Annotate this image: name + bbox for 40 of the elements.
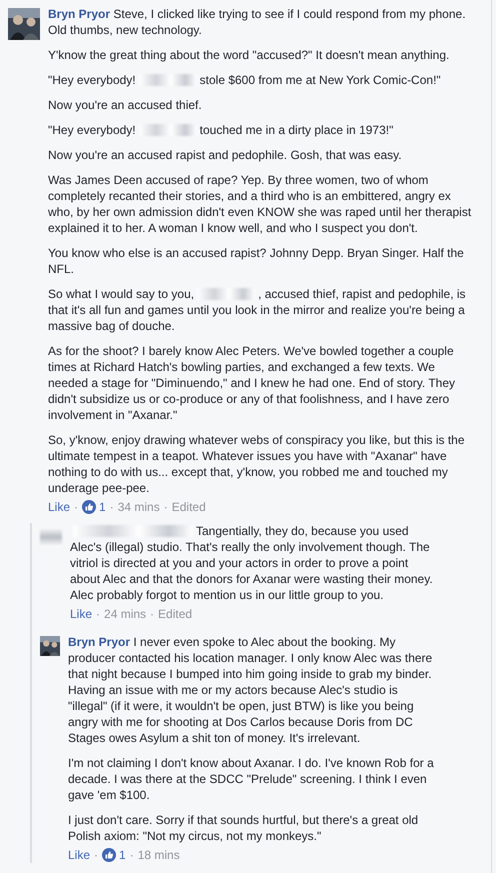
thumbs-up-icon bbox=[82, 500, 96, 514]
author-link[interactable]: Bryn Pryor bbox=[48, 7, 110, 21]
like-link[interactable]: Like bbox=[68, 847, 90, 863]
separator: · bbox=[74, 499, 78, 515]
comment-text: "Hey everybody! stole $600 from me at New York Comic-Con!" bbox=[48, 72, 442, 88]
comment-text: "Hey everybody! touched me in a dirty place in 1973!" bbox=[48, 122, 394, 138]
comment-text: So what I would say to you, , accused thief, rapist and pedophile, is that it's all fun and games until you look in the mirror and realize you're being a massive bag of douche. bbox=[48, 286, 467, 334]
redaction-blur bbox=[197, 288, 256, 300]
timestamp: Edited bbox=[158, 606, 192, 622]
reaction-count: 1 bbox=[99, 499, 106, 515]
separator: · bbox=[150, 606, 154, 622]
separator: · bbox=[94, 847, 98, 863]
comment-text: Y'know the great thing about the word "accused?" It doesn't mean anything. bbox=[48, 47, 450, 63]
redaction-blur bbox=[40, 527, 62, 547]
separator: · bbox=[164, 499, 168, 515]
timestamp: 18 mins bbox=[138, 847, 180, 863]
comment-text: Now you're an accused thief. bbox=[48, 97, 203, 113]
author-link[interactable]: Bryn Pryor bbox=[68, 635, 130, 649]
comment-text: I'm not claiming I don't know about Axanar. I do. I've known Rob for a decade. I was there at the SDCC "Prelude" screening. I think I even gave 'em $100. bbox=[68, 755, 435, 803]
comment-text: Tangentially, they do, because you used Alec's (illegal) studio. That's really the only involvement though. The vitriol is directed at you and your actors in order to prove a point about Alec and that the donors for Axanar were wasting their money. Alec probably forgot to mention us in our little group to you. bbox=[70, 523, 434, 603]
like-link[interactable]: Like bbox=[48, 499, 70, 515]
timestamp: 34 mins bbox=[118, 499, 160, 515]
comment-text: Was James Deen accused of rape? Yep. By three women, two of whom completely recanted their stories, and a third who is an embittered, angry ex who, by her own admission didn't even KNOW she was raped until her therapist explained it to her. A woman I know well, and who I suspect you don't. bbox=[48, 172, 472, 236]
comment-text: Bryn Pryor Steve, I clicked like trying to see if I could respond from my phone. Old thumbs, new technology. bbox=[48, 6, 467, 38]
comment-text: You know who else is an accused rapist? Johnny Depp. Bryan Singer. Half the NFL. bbox=[48, 245, 465, 277]
comment-text: Now you're an accused rapist and pedophile. Gosh, that was easy. bbox=[48, 147, 403, 163]
reaction-count: 1 bbox=[119, 847, 126, 863]
redaction-blur bbox=[138, 124, 197, 136]
timestamp: Edited bbox=[172, 499, 206, 515]
comment-text: As for the shoot? I barely know Alec Peters. We've bowled together a couple times at Richard Hatch's bowling parties, and exchanged a few texts. We needed a stage for "Diminuendo," and I knew he had one. End of story. They didn't subsidize us or co-produce or any of that foolishness, and I have zero involvement in "Axanar." bbox=[48, 343, 456, 423]
separator: · bbox=[96, 606, 100, 622]
separator: · bbox=[110, 499, 114, 515]
like-link[interactable]: Like bbox=[70, 606, 92, 622]
thumbs-up-icon bbox=[102, 848, 116, 862]
separator: · bbox=[130, 847, 134, 863]
redaction-blur bbox=[138, 74, 197, 86]
comment-text: So, y'know, enjoy drawing whatever webs of conspiracy you like, but this is the ultimate tempest in a teapot. Whatever issues you have with "Axanar" have nothing to do with us... except that, y'know, you robbed me and touched my underage pee-pee. bbox=[48, 432, 466, 496]
comment-text: Bryn Pryor I never even spoke to Alec about the booking. My producer contacted his location manager. I only know Alec was there that night because I bumped into him going inside to grab my binder. Having an issue with me or my actors because Alec's studio is "illegal" (if it were, it wouldn't be open, just BTW) is like you being angry with me for shooting at Dos Carlos because Doris from DC Stages owes Asylum a shit ton of money. It's irrelevant. bbox=[68, 634, 434, 746]
timestamp: 24 mins bbox=[104, 606, 146, 622]
comment-text: I just don't care. Sorry if that sounds hurtful, but there's a great old Polish axiom: "Not my circus, not my monkeys." bbox=[68, 812, 420, 844]
